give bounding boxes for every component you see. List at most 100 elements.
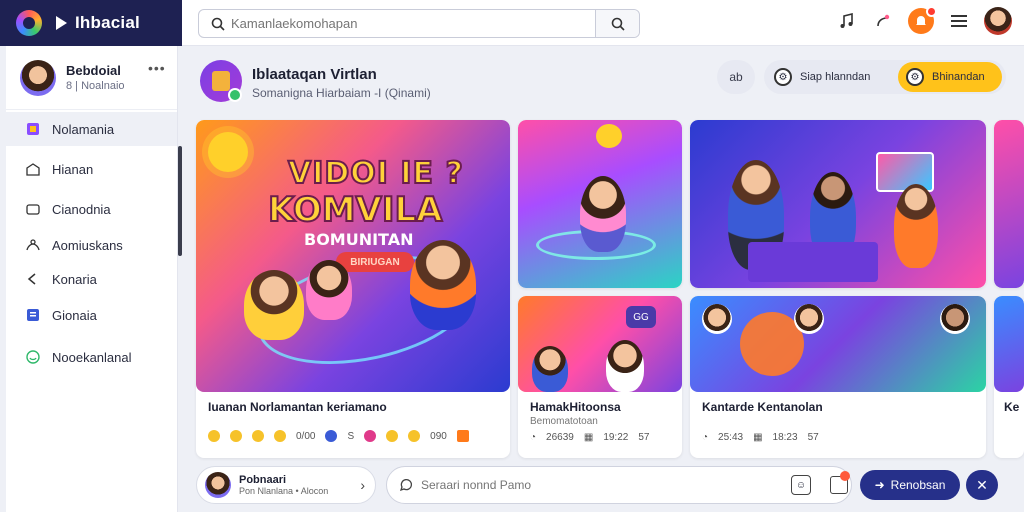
video-thumbnail[interactable] (994, 296, 1024, 392)
meta-value: 25:43 (718, 432, 744, 443)
folder-icon (26, 202, 40, 216)
video-thumbnail[interactable] (518, 120, 682, 288)
video-title[interactable]: Iuanan Norlamantan keriamano (208, 400, 387, 414)
comment-box: ☺ (386, 466, 852, 504)
meta-value: S (347, 430, 355, 442)
kid-illustration (410, 240, 476, 330)
clock-icon: ◔ (530, 432, 537, 443)
sticker-button[interactable]: ☺ (791, 475, 811, 495)
play-icon (56, 16, 67, 30)
send-button[interactable]: ➜ Renobsan (860, 470, 960, 500)
search-input[interactable] (231, 16, 595, 31)
sidebar-item-2[interactable]: Cianodnia (6, 192, 177, 226)
channel-subtitle: Somanigna Hiarbaiam -I (Qinami) (252, 86, 431, 100)
pill-action-a[interactable]: ⚙ Siap hlanndan (764, 68, 894, 86)
views-icon: ▦ (583, 432, 594, 443)
app-name: Ihbacial (75, 13, 140, 32)
sidebar-item-5[interactable]: Gionaia (6, 298, 177, 332)
video-card[interactable] (690, 120, 986, 288)
sidebar: Bebdoial 8 | Noalnaio ••• Nolamania Hian… (6, 46, 182, 512)
video-thumbnail[interactable] (690, 296, 986, 392)
attach-badge (840, 471, 850, 481)
sidebar-item-3[interactable]: Aomiuskans (6, 228, 177, 262)
sidebar-profile[interactable]: Bebdoial 8 | Noalnaio ••• (6, 46, 177, 110)
sidebar-item-label: Nooekanlanal (52, 349, 132, 365)
online-badge (228, 88, 242, 102)
kid-illustration (306, 260, 352, 320)
video-thumbnail[interactable] (994, 120, 1024, 288)
header-pill-group: ⚙ Siap hlanndan ⚙ Bhinandan (764, 60, 1006, 94)
video-card[interactable]: Ke (994, 296, 1024, 458)
meta-value: 26639 (546, 432, 574, 443)
search-button[interactable] (595, 10, 639, 37)
video-thumbnail[interactable]: VIDOI IE ? KOMVILA BOMUNITAN BIRIUGAN (196, 120, 510, 392)
video-title[interactable]: Kantarde Kentanolan (702, 400, 823, 414)
meta-value: 57 (807, 432, 819, 443)
video-meta: 0/00 S 090 (208, 430, 469, 442)
video-card[interactable] (994, 120, 1024, 288)
sidebar-item-label: Aomiuskans (52, 237, 123, 253)
user-avatar[interactable] (984, 7, 1012, 35)
video-card[interactable]: Kantarde Kentanolan ◔ 25:43 ▦ 18:23 57 (690, 296, 986, 458)
video-meta: ◔ 25:43 ▦ 18:23 57 (702, 432, 819, 443)
sidebar-item-label: Gionaia (52, 307, 97, 323)
video-title[interactable]: HamakHitoonsa (530, 400, 621, 414)
video-thumbnail[interactable]: GG (518, 296, 682, 392)
notifications-button[interactable] (908, 6, 937, 34)
app-logo-icon (16, 10, 42, 36)
video-card-featured[interactable]: VIDOI IE ? KOMVILA BOMUNITAN BIRIUGAN Iu… (196, 120, 510, 458)
video-card[interactable] (518, 120, 682, 288)
share-icon[interactable] (872, 10, 894, 32)
meta-value: 19:22 (603, 432, 629, 443)
sidebar-item-4[interactable]: Konaria (6, 262, 177, 296)
sidebar-scrollbar[interactable] (178, 146, 182, 256)
send-icon: ➜ (874, 478, 885, 492)
round-action-button[interactable]: ab (717, 60, 755, 94)
sidebar-item-label: Hianan (52, 161, 94, 177)
close-icon: ✕ (976, 476, 988, 493)
clock-icon: ◔ (702, 432, 709, 443)
video-meta: ◔ 26639 ▦ 19:22 57 (530, 432, 649, 443)
pill-action-b[interactable]: ⚙ Bhinandan (898, 62, 1002, 92)
gear-icon: ⚙ (906, 68, 924, 86)
main-content: Iblaataqan Virtlan Somanigna Hiarbaiam -… (184, 46, 1024, 512)
comment-input[interactable] (421, 478, 783, 492)
emoji-icon (456, 430, 469, 442)
close-button[interactable]: ✕ (966, 470, 998, 500)
send-label: Renobsan (890, 478, 946, 492)
sidebar-item-0[interactable]: Nolamania (6, 112, 177, 146)
views-icon: ▦ (753, 432, 763, 443)
smiley-icon (26, 350, 40, 364)
pill-b-label: Bhinandan (932, 71, 985, 83)
sidebar-item-1[interactable]: Hianan (6, 152, 177, 186)
now-playing-chip[interactable]: Pobnaari Pon Nlanlana • Alocon › (196, 466, 376, 504)
video-thumbnail[interactable] (690, 120, 986, 288)
document-icon (26, 308, 40, 322)
avatar (205, 472, 231, 498)
more-icon[interactable]: ••• (148, 60, 166, 76)
kid-illustration (244, 270, 304, 340)
video-subtitle: Bemomatotoan (530, 416, 598, 427)
meta-value: 18:23 (772, 432, 798, 443)
emoji-icon (230, 430, 242, 442)
top-actions (836, 6, 1012, 35)
inbox-icon (26, 162, 40, 176)
emoji-icon (325, 430, 338, 442)
top-bar: Ihbacial (0, 0, 1024, 46)
pill-a-label: Siap hlanndan (800, 71, 871, 83)
sidebar-item-6[interactable]: Nooekanlanal (6, 340, 177, 374)
gear-icon: ⚙ (774, 68, 792, 86)
music-note-icon[interactable] (836, 10, 858, 32)
video-card[interactable]: GG HamakHitoonsa Bemomatotoan ◔ 26639 ▦ 19… (518, 296, 682, 458)
emoji-icon (408, 430, 421, 442)
menu-icon[interactable] (948, 10, 970, 32)
brand[interactable]: Ihbacial (0, 0, 182, 46)
thumbnail-headline-2: KOMVILA (267, 189, 443, 231)
meta-value: 0/00 (296, 430, 316, 442)
kid-illustration (580, 176, 626, 252)
video-title[interactable]: Ke (1004, 400, 1019, 414)
search-icon (611, 17, 625, 31)
sidebar-item-label: Konaria (52, 271, 97, 287)
screen-graphic (876, 152, 934, 192)
emoji-icon (208, 430, 220, 442)
